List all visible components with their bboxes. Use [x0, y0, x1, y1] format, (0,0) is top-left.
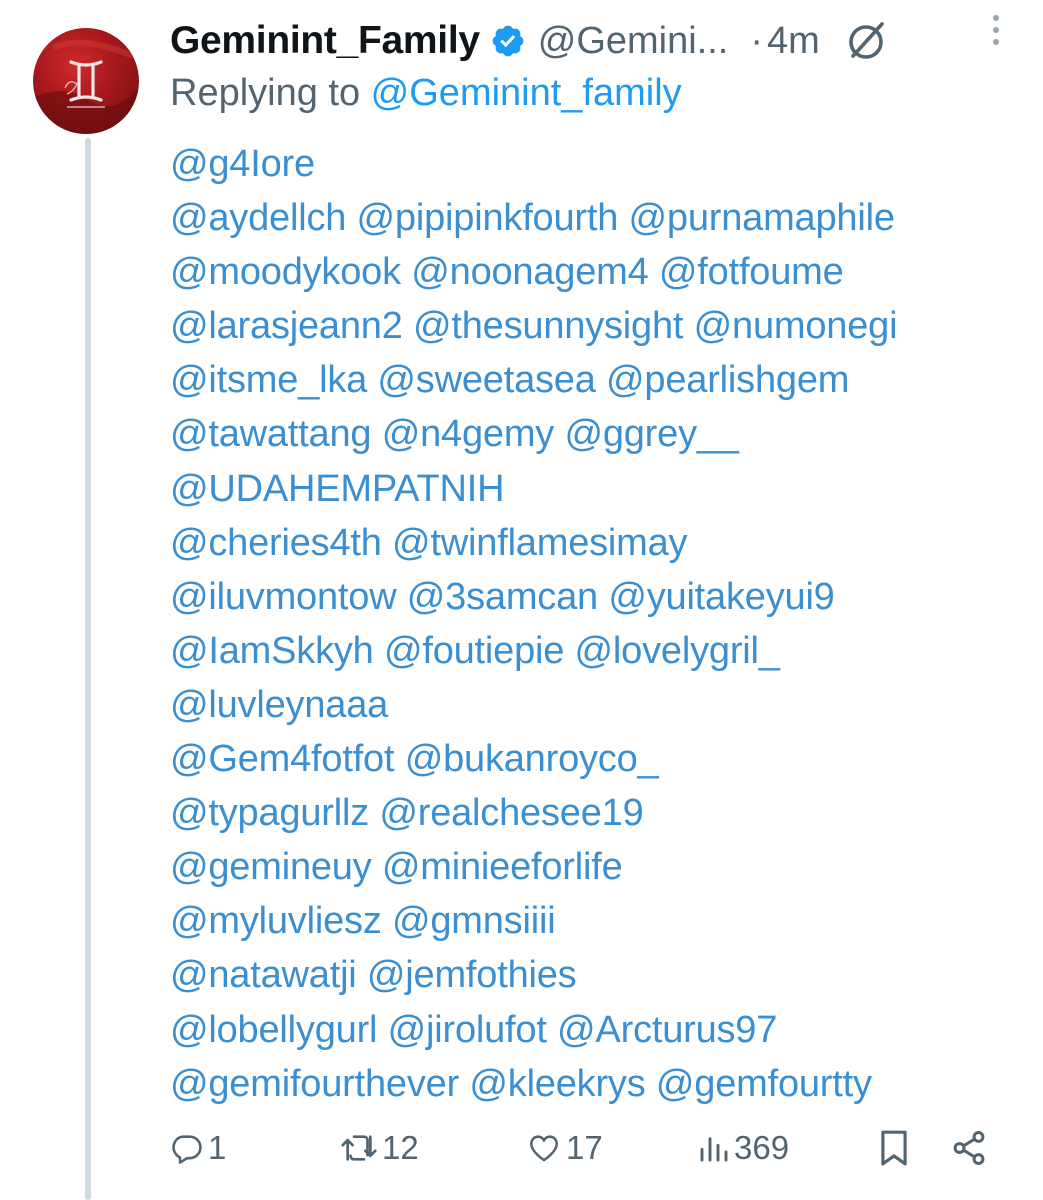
heart-icon: [529, 1135, 559, 1162]
tweet-header: Geminint_Family @Gemini... · 4m: [170, 14, 1030, 68]
mention-line[interactable]: @iluvmontow @3samcan @yuitakeyui9: [170, 570, 1030, 624]
mention-line[interactable]: @larasjeann2 @thesunnysight @numonegi: [170, 299, 1030, 353]
reply-icon: [172, 1135, 202, 1164]
replying-to-label: Replying to: [170, 72, 371, 114]
views-icon: [700, 1137, 728, 1162]
gemini-logo-icon: [33, 39, 139, 134]
share-icon: [953, 1130, 985, 1166]
separator-dot: ·: [750, 19, 764, 62]
like-count: 17: [566, 1129, 603, 1166]
verified-badge-icon: [490, 23, 526, 59]
mention-line[interactable]: @gemifourthever @kleekrys @gemfourtty: [170, 1057, 1030, 1111]
grok-icon[interactable]: [844, 18, 890, 64]
mention-line[interactable]: @aydellch @pipipinkfourth @purnamaphile: [170, 191, 1030, 245]
timestamp[interactable]: 4m: [767, 20, 820, 63]
replying-to-handle[interactable]: @Geminint_family: [371, 72, 682, 114]
display-name[interactable]: Geminint_Family: [170, 19, 480, 63]
mention-line[interactable]: @Gem4fotfot @bukanroyco_: [170, 732, 1030, 786]
views-button[interactable]: 369: [698, 1120, 789, 1176]
tweet-actions: 1 12 17 369: [170, 1120, 1000, 1176]
mention-line[interactable]: @myluvliesz @gmnsiiii: [170, 894, 1030, 948]
repost-count: 12: [382, 1129, 419, 1166]
mention-line[interactable]: @itsme_lka @sweetasea @pearlishgem: [170, 353, 1030, 407]
replying-to: Replying to @Geminint_family: [170, 72, 682, 115]
repost-button[interactable]: 12: [340, 1120, 419, 1176]
reply-button[interactable]: 1: [170, 1120, 226, 1176]
reply-count: 1: [208, 1129, 227, 1166]
mention-line[interactable]: @gemineuy @minieeforlife: [170, 840, 1030, 894]
mention-line[interactable]: @cheries4th @twinflamesimay: [170, 516, 1030, 570]
share-button[interactable]: [950, 1120, 988, 1176]
thread-connector-line: [85, 138, 91, 1200]
mention-line[interactable]: @g4Iore: [170, 137, 1030, 191]
mention-line[interactable]: @luvleynaaa: [170, 678, 1030, 732]
mention-line[interactable]: @tawattang @n4gemy @ggrey__: [170, 407, 1030, 461]
views-count: 369: [734, 1129, 790, 1166]
mention-line[interactable]: @natawatji @jemfothies: [170, 948, 1030, 1002]
avatar[interactable]: [33, 28, 139, 134]
bookmark-icon: [881, 1130, 907, 1166]
mention-line[interactable]: @typagurllz @realchesee19: [170, 786, 1030, 840]
bookmark-button[interactable]: [878, 1120, 910, 1176]
mention-line[interactable]: @UDAHEMPATNIH: [170, 462, 1030, 516]
tweet-body: @g4Iore @aydellch @pipipinkfourth @purna…: [170, 137, 1030, 1111]
repost-icon: [341, 1135, 377, 1161]
mention-line[interactable]: @IamSkkyh @foutiepie @lovelygril_: [170, 624, 1030, 678]
like-button[interactable]: 17: [526, 1120, 603, 1176]
mention-line[interactable]: @lobellygurl @jirolufot @Arcturus97: [170, 1003, 1030, 1057]
handle[interactable]: @Gemini...: [538, 20, 729, 63]
more-vertical-icon[interactable]: [987, 10, 1005, 50]
mention-line[interactable]: @moodykook @noonagem4 @fotfoume: [170, 245, 1030, 299]
